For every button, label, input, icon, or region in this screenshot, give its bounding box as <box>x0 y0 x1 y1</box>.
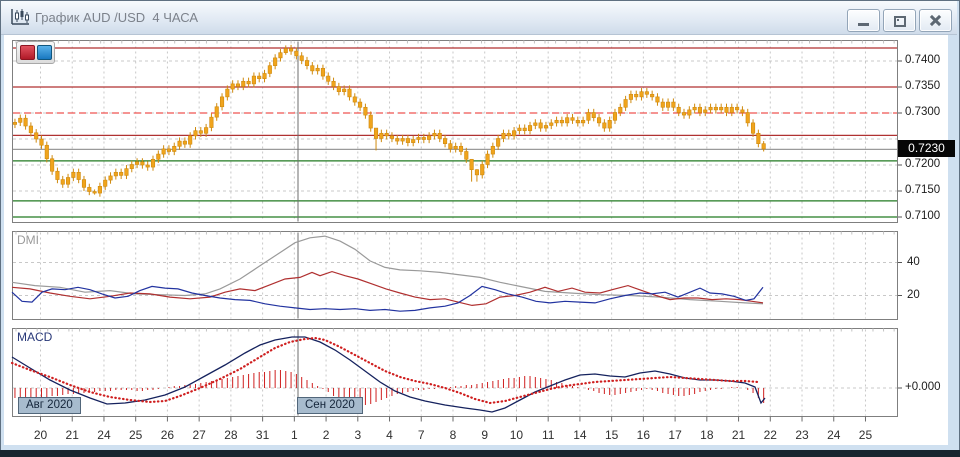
minimize-button[interactable] <box>847 9 880 32</box>
restore-icon <box>894 16 906 27</box>
chart-window: { "window": { "title": "График AUD /USD … <box>0 0 960 457</box>
dmi-panel-label: DMI <box>17 233 39 247</box>
chart-mini-toolbar <box>16 41 55 64</box>
title-bar[interactable]: График AUD /USD 4 ЧАСА <box>1 1 957 35</box>
month-label-sep: Сен 2020 <box>297 397 363 414</box>
window-bottom-edge <box>0 450 960 457</box>
restore-button[interactable] <box>883 9 916 32</box>
blue-marker-button[interactable] <box>37 45 52 60</box>
candlestick-chart-icon <box>10 8 30 26</box>
chart-canvas[interactable] <box>0 0 960 457</box>
red-marker-button[interactable] <box>20 45 35 60</box>
macd-panel-label: MACD <box>17 330 52 344</box>
window-title: График AUD /USD 4 ЧАСА <box>35 10 198 25</box>
close-button[interactable] <box>919 9 952 32</box>
minimize-icon <box>858 23 869 26</box>
month-label-aug: Авг 2020 <box>18 397 81 414</box>
current-price-badge: 0.7230 <box>898 140 955 157</box>
